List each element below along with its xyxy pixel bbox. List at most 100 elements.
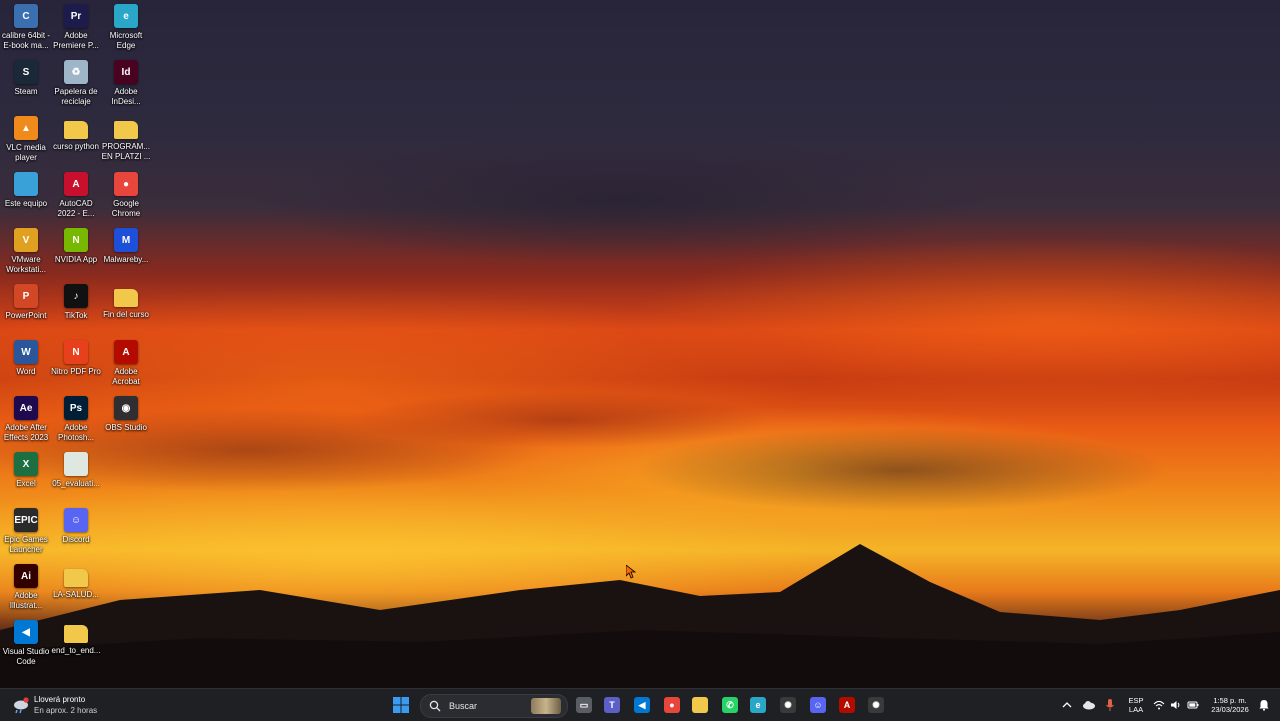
desktop-icon[interactable]: Ae Adobe After Effects 2023: [0, 392, 52, 442]
desktop-icon[interactable]: N Nitro PDF Pro: [50, 336, 102, 377]
desktop-icon[interactable]: ◉ OBS Studio: [100, 392, 152, 433]
notifications-button[interactable]: [1256, 693, 1272, 717]
desktop-icon[interactable]: A AutoCAD 2022 - E...: [50, 168, 102, 218]
vscode-icon: ◀: [14, 620, 38, 644]
desktop-icon-label: Adobe Photosh...: [57, 423, 95, 442]
keyboard-layout: LAA: [1128, 705, 1144, 714]
taskbar-chatgpt-2[interactable]: ✺: [864, 693, 888, 717]
vmware-icon: V: [14, 228, 38, 252]
desktop-icon-label: PROGRAM... EN PLATZI ...: [101, 142, 151, 161]
task-view-icon: ▭: [576, 697, 592, 713]
desktop-icon[interactable]: W Word: [0, 336, 52, 377]
taskbar-chrome[interactable]: ●: [660, 693, 684, 717]
autocad-icon: A: [64, 172, 88, 196]
weather-title: Lloverá pronto: [34, 695, 86, 704]
desktop-icon[interactable]: ● Google Chrome: [100, 168, 152, 218]
clock-time: 1:58 p. m.: [1213, 696, 1247, 705]
desktop-icon[interactable]: LA-SALUD...: [50, 560, 102, 600]
desktop-icon-label: PowerPoint: [5, 311, 47, 320]
mouse-cursor-icon: [626, 565, 636, 579]
microphone-icon: [1106, 699, 1114, 711]
desktop-icon[interactable]: e Microsoft Edge: [100, 0, 152, 50]
desktop-icon[interactable]: ♻ Papelera de reciclaje: [50, 56, 102, 106]
desktop-icon-label: Word: [16, 367, 36, 376]
desktop-icon[interactable]: EPIC Epic Games Launcher: [0, 504, 52, 554]
taskbar-explorer[interactable]: [688, 693, 712, 717]
desktop-icon[interactable]: X Excel: [0, 448, 52, 489]
taskbar-acrobat[interactable]: A: [835, 693, 859, 717]
desktop-icon[interactable]: Ccalibre 64bit - E-book ma...: [0, 0, 52, 50]
start-button[interactable]: [392, 693, 410, 717]
steam-icon: S: [14, 60, 38, 84]
desktop-icon[interactable]: Id Adobe InDesi...: [100, 56, 152, 106]
epic-games-icon: EPIC: [14, 508, 38, 532]
taskbar-discord[interactable]: ☺: [806, 693, 830, 717]
taskview-button[interactable]: ▭: [572, 693, 596, 717]
folder-icon: [64, 569, 88, 587]
desktop-icon-label: Adobe After Effects 2023: [3, 423, 49, 442]
clock[interactable]: 1:58 p. m. 23/03/2026: [1206, 693, 1254, 717]
whatsapp-icon: ✆: [722, 697, 738, 713]
folder-icon: [692, 697, 708, 713]
desktop-icon[interactable]: Fin del curso: [100, 280, 152, 320]
desktop-icon-label: Microsoft Edge: [109, 31, 143, 50]
onedrive-button[interactable]: [1081, 693, 1097, 717]
folder-icon: [114, 121, 138, 139]
desktop-icon-label: OBS Studio: [105, 423, 147, 432]
acrobat-icon: A: [839, 697, 855, 713]
desktop-icon-label: VLC media player: [6, 143, 46, 162]
desktop-icon-label: AutoCAD 2022 - E...: [57, 199, 95, 218]
weather-widget[interactable]: Lloverá pronto En aprox. 2 horas: [10, 692, 120, 718]
quick-settings-button[interactable]: [1152, 693, 1200, 717]
desktop-icon-label: end_to_end...: [51, 646, 101, 655]
weather-subtitle: En aprox. 2 horas: [34, 706, 98, 715]
desktop-icon[interactable]: ◀ Visual Studio Code: [0, 616, 52, 666]
desktop-icon[interactable]: Pr Adobe Premiere P...: [50, 0, 102, 50]
taskbar-search[interactable]: Buscar: [420, 694, 568, 718]
desktop-icon[interactable]: PROGRAM... EN PLATZI ...: [100, 112, 152, 161]
taskbar-chatgpt[interactable]: ✺: [776, 693, 800, 717]
search-placeholder: Buscar: [449, 701, 478, 711]
excel-icon: X: [14, 452, 38, 476]
desktop-icon[interactable]: curso python: [50, 112, 102, 152]
taskbar-whatsapp[interactable]: ✆: [718, 693, 742, 717]
rain-cloud-icon: [14, 697, 29, 714]
vlc-icon: ▲: [14, 116, 38, 140]
folder-icon: [64, 625, 88, 643]
desktop-icon-label: Adobe Illustrat...: [9, 591, 43, 610]
volume-icon: [1171, 701, 1180, 709]
desktop-icon[interactable]: A Adobe Acrobat: [100, 336, 152, 386]
taskbar-vscode[interactable]: ◀: [630, 693, 654, 717]
desktop-icon[interactable]: Ai Adobe Illustrat...: [0, 560, 52, 610]
desktop-icon[interactable]: Este equipo: [0, 168, 52, 209]
desktop-icon[interactable]: ♪ TikTok: [50, 280, 102, 321]
desktop-icon[interactable]: 05_evaluati...: [50, 448, 102, 489]
desktop-icon-label: Este equipo: [4, 199, 48, 208]
notification-bell-icon: [1259, 700, 1269, 711]
desktop-icon[interactable]: N NVIDIA App: [50, 224, 102, 265]
tiktok-icon: ♪: [64, 284, 88, 308]
desktop-icon-label: Adobe Acrobat: [112, 367, 140, 386]
microphone-button[interactable]: [1102, 693, 1118, 717]
desktop-icon[interactable]: S Steam: [0, 56, 52, 97]
desktop-icon[interactable]: end_to_end...: [50, 616, 102, 656]
acrobat-icon: A: [114, 340, 138, 364]
desktop-icon[interactable]: M Malwareby...: [100, 224, 152, 265]
desktop-icon[interactable]: P PowerPoint: [0, 280, 52, 321]
clock-date: 23/03/2026: [1211, 705, 1249, 714]
language-code: ESP: [1128, 696, 1144, 705]
taskbar-edge[interactable]: e: [746, 693, 770, 717]
language-indicator[interactable]: ESP LAA: [1124, 693, 1148, 717]
desktop-icon[interactable]: Ps Adobe Photosh...: [50, 392, 102, 442]
desktop-icon-label: Nitro PDF Pro: [51, 367, 101, 376]
desktop-icon[interactable]: ▲ VLC media player: [0, 112, 52, 162]
desktop-icon-label: LA-SALUD...: [53, 590, 99, 599]
computer-icon: [14, 172, 38, 196]
desktop-icon[interactable]: V VMware Workstati...: [0, 224, 52, 274]
desktop-icon-label: Epic Games Launcher: [4, 535, 48, 554]
desktop-icon[interactable]: ☺ Discord: [50, 504, 102, 545]
taskbar-teams[interactable]: T: [600, 693, 624, 717]
desktop-icon-label: NVIDIA App: [54, 255, 98, 264]
show-hidden-icons-button[interactable]: [1060, 693, 1074, 717]
desktop-icon-label: Adobe InDesi...: [111, 87, 141, 106]
